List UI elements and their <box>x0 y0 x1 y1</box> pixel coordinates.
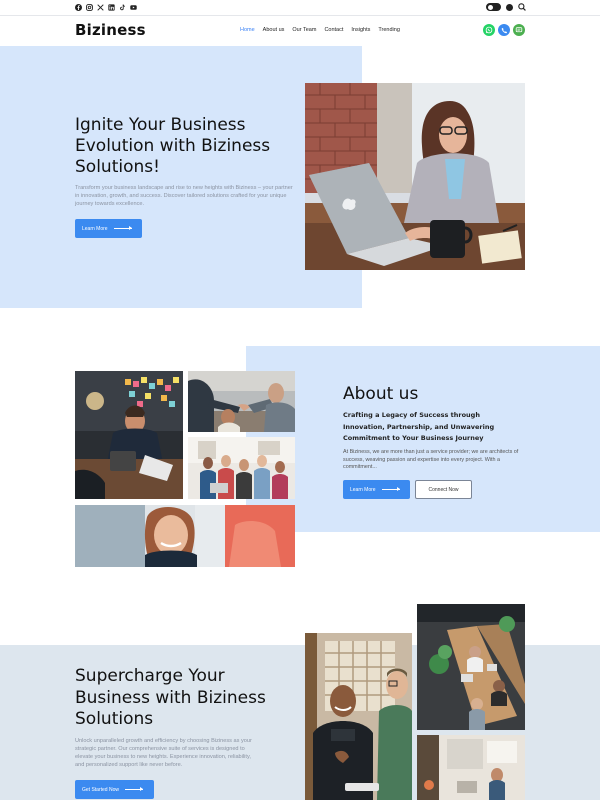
arrow-right-icon <box>124 787 143 791</box>
whatsapp-icon[interactable] <box>483 24 495 36</box>
facebook-icon[interactable] <box>75 4 82 11</box>
get-started-label: Get Started Now <box>82 786 119 793</box>
about-subtitle: Crafting a Legacy of Success through Inn… <box>343 411 495 442</box>
nav-item-about-us[interactable]: About us <box>263 27 285 33</box>
hero-image <box>305 83 525 270</box>
get-started-button[interactable]: Get Started Now <box>75 780 154 799</box>
nav-item-our-team[interactable]: Our Team <box>292 27 316 33</box>
about-image-smiling-woman <box>75 505 295 567</box>
connect-now-label: Connect Now <box>428 486 459 493</box>
nav-item-trending[interactable]: Trending <box>378 27 400 33</box>
nav-item-insights[interactable]: Insights <box>351 27 370 33</box>
search-icon[interactable] <box>518 3 526 11</box>
youtube-icon[interactable] <box>130 4 137 11</box>
about-image-meeting <box>75 371 183 499</box>
linkedin-icon[interactable] <box>108 4 115 11</box>
about-title: About us <box>343 384 419 404</box>
main-nav: Home About us Our Team Contact Insights … <box>240 27 400 33</box>
hero-title: Ignite Your Business Evolution with Bizi… <box>75 115 271 177</box>
hero-description: Transform your business landscape and ri… <box>75 185 293 207</box>
supercharge-description: Unlock unparalleled growth and efficienc… <box>75 738 252 768</box>
supercharge-image-coworking-top <box>417 604 525 730</box>
connect-now-button[interactable]: Connect Now <box>415 480 472 499</box>
arrow-right-icon <box>381 487 400 491</box>
supercharge-image-coworking-bottom <box>417 735 525 800</box>
theme-toggle[interactable] <box>486 3 501 11</box>
settings-icon[interactable] <box>506 3 513 11</box>
main-navbar: Biziness Home About us Our Team Contact … <box>0 16 600 46</box>
top-bar <box>0 0 600 16</box>
about-image-handshake <box>188 371 295 432</box>
top-right-controls <box>486 3 526 11</box>
site-logo[interactable]: Biziness <box>75 21 146 39</box>
social-links <box>75 4 137 11</box>
about-learn-more-button[interactable]: Learn More <box>343 480 410 499</box>
nav-item-contact[interactable]: Contact <box>324 27 343 33</box>
tiktok-icon[interactable] <box>119 4 126 11</box>
hero-learn-more-label: Learn More <box>82 225 108 232</box>
about-learn-more-label: Learn More <box>350 486 376 493</box>
about-description: At Biziness, we are more than just a ser… <box>343 449 519 470</box>
about-image-team <box>188 437 295 499</box>
supercharge-title: Supercharge Your Business with Biziness … <box>75 666 266 729</box>
x-icon[interactable] <box>97 4 104 11</box>
message-icon[interactable] <box>513 24 525 36</box>
instagram-icon[interactable] <box>86 4 93 11</box>
nav-item-home[interactable]: Home <box>240 27 255 33</box>
supercharge-image-colleagues <box>305 633 412 800</box>
arrow-right-icon <box>113 226 132 230</box>
phone-icon[interactable] <box>498 24 510 36</box>
hero-learn-more-button[interactable]: Learn More <box>75 219 142 238</box>
contact-icons <box>483 24 525 36</box>
